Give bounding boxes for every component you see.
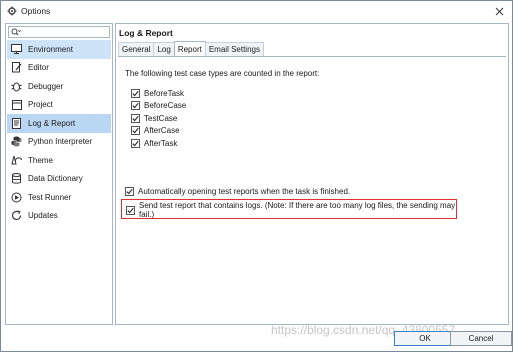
tab-email-settings[interactable]: Email Settings [204,42,264,56]
sidebar-item-debugger[interactable]: Debugger [7,77,111,96]
sidebar-item-label: Environment [28,44,73,54]
checkmark-icon [132,128,139,134]
checkbox-label: AfterCase [144,126,180,136]
sidebar-item-label: Test Runner [28,192,72,202]
case-type-list: BeforeTask BeforeCase TestCase AfterCase… [131,87,186,150]
checkbox[interactable] [131,101,140,111]
sidebar-item-label: Theme [28,155,53,165]
settings-panel: Log & Report General Log Report Email Se… [115,23,509,325]
checkmark-icon [132,140,139,147]
tab-bar: General Log Report Email Settings [118,41,264,56]
tab-report[interactable]: Report [173,41,206,56]
auto-open-report-option[interactable]: Automatically opening test reports when … [125,185,350,198]
sidebar-item-label: Data Dictionary [28,174,83,184]
ok-button[interactable]: OK [394,331,456,346]
monitor-icon [11,44,22,55]
sidebar-item-python-interpreter[interactable]: Python Interpreter [7,133,111,152]
checkbox[interactable] [131,88,140,98]
gear-icon [7,6,17,16]
checkbox-label: AfterTask [144,138,178,148]
checkmark-icon [132,90,139,97]
case-type-beforecase[interactable]: BeforeCase [131,100,186,113]
checkbox[interactable] [131,126,140,136]
checkbox-label: BeforeCase [144,101,187,111]
project-icon [11,99,22,110]
checkmark-icon [132,115,139,122]
cancel-button[interactable]: Cancel [450,331,512,346]
case-type-beforetask[interactable]: BeforeTask [131,87,186,100]
sidebar-item-log-report[interactable]: Log & Report [7,114,111,133]
sidebar-item-data-dictionary[interactable]: Data Dictionary [7,170,111,189]
debugger-icon [11,81,22,92]
sidebar-item-label: Log & Report [28,118,76,128]
test-runner-icon [11,192,22,203]
options-window: Options Environment Editor Debugger Proj… [0,0,513,352]
section-title: Log & Report [119,28,173,38]
title-bar: Options [1,1,512,21]
theme-icon [11,155,22,166]
search-input[interactable] [23,27,103,37]
report-tab-content: The following test case types are counte… [118,56,506,322]
search-box[interactable] [8,26,110,38]
send-logs-option[interactable]: Send test report that contains logs. (No… [126,201,456,220]
options-sidebar: Environment Editor Debugger Project Log … [5,23,113,325]
checkbox[interactable] [131,138,140,148]
sidebar-item-label: Python Interpreter [28,137,93,147]
checkbox-label: Automatically opening test reports when … [138,186,351,196]
sidebar-item-updates[interactable]: Updates [7,207,111,226]
sidebar-item-theme[interactable]: Theme [7,151,111,170]
tab-general[interactable]: General [118,42,155,56]
case-type-aftertask[interactable]: AfterTask [131,137,186,150]
log-report-icon [11,117,22,129]
case-type-testcase[interactable]: TestCase [131,112,186,125]
checkmark-icon [126,188,133,195]
window-title: Options [21,6,51,16]
sidebar-list: Environment Editor Debugger Project Log … [7,40,111,225]
checkbox[interactable] [125,186,134,196]
sidebar-item-label: Project [28,100,53,110]
checkbox-label: Send test report that contains logs. (No… [139,201,456,220]
checkbox[interactable] [126,205,135,215]
checkmark-icon [127,207,134,214]
sidebar-item-test-runner[interactable]: Test Runner [7,188,111,207]
tab-log[interactable]: Log [153,42,175,56]
updates-icon [11,210,22,221]
checkmark-icon [132,103,139,109]
checkbox-label: BeforeTask [144,88,185,98]
sidebar-item-label: Updates [28,211,58,221]
database-icon [11,173,22,184]
close-icon [495,7,503,15]
sidebar-item-editor[interactable]: Editor [7,59,111,78]
search-icon [11,27,21,37]
sidebar-item-project[interactable]: Project [7,96,111,115]
python-icon [11,136,22,147]
highlight-box: Send test report that contains logs. (No… [121,199,457,219]
report-intro-text: The following test case types are counte… [125,69,320,78]
close-button[interactable] [492,4,506,18]
checkbox[interactable] [131,113,140,123]
checkbox-label: TestCase [144,113,178,123]
sidebar-item-label: Debugger [28,81,64,91]
case-type-aftercase[interactable]: AfterCase [131,125,186,138]
sidebar-item-environment[interactable]: Environment [7,40,111,59]
editor-icon [11,62,22,73]
sidebar-item-label: Editor [28,63,49,73]
